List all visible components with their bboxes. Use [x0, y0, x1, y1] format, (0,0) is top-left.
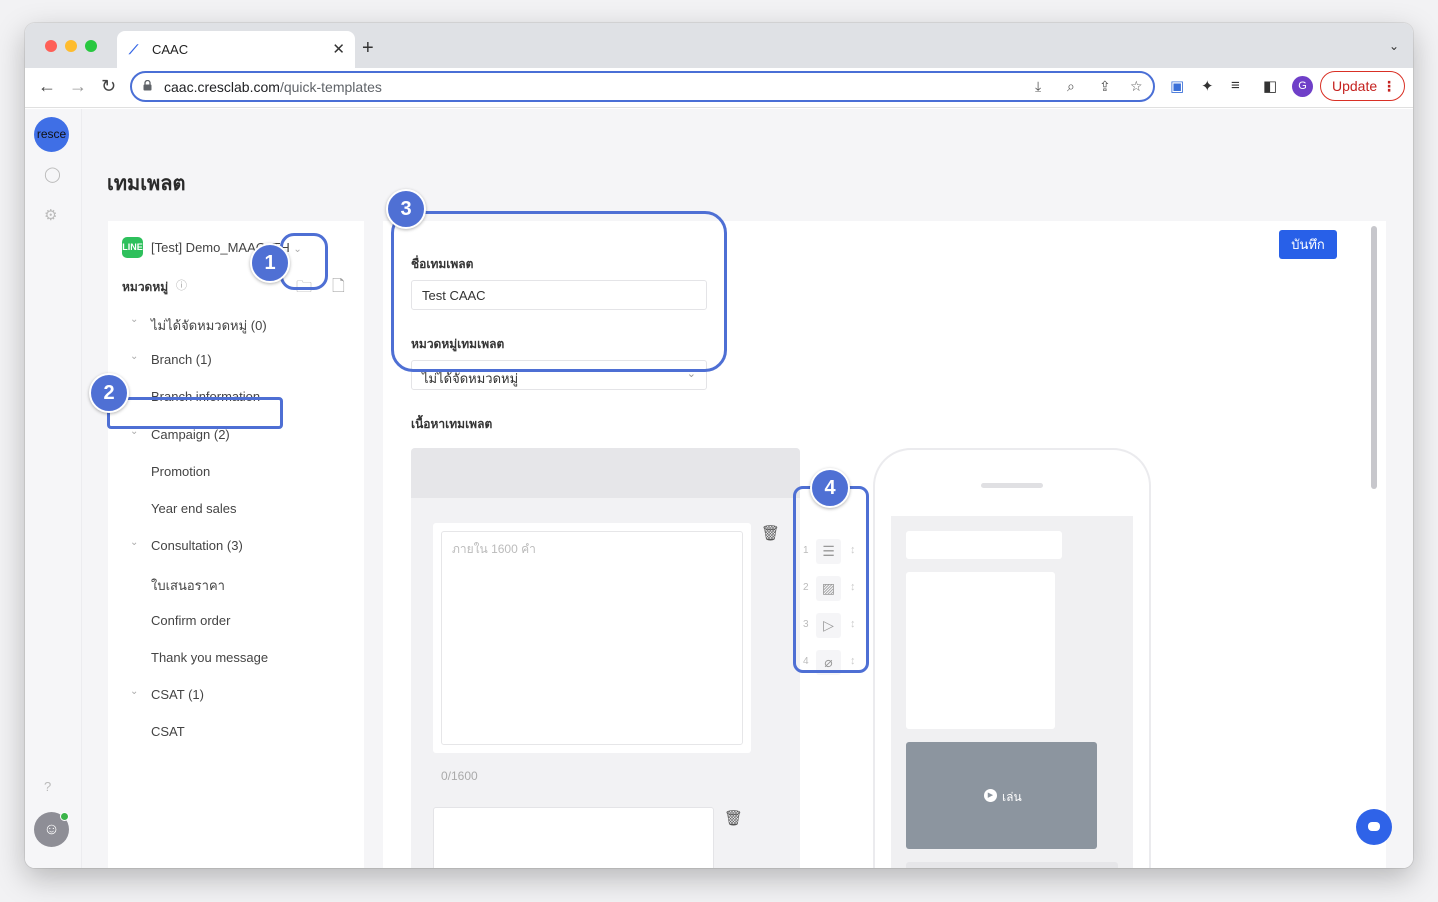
scrollbar[interactable] — [1371, 226, 1377, 489]
editor-header — [411, 448, 800, 498]
tree-item[interactable]: ⌄ CSAT (1) — [108, 684, 364, 706]
tree-item[interactable]: Thank you message — [108, 647, 364, 669]
template-content-label: เนื้อหาเทมเพลต — [411, 417, 493, 431]
info-icon[interactable]: ⓘ — [176, 277, 187, 293]
phone-preview: ▶ เล่น ⌀ — [873, 448, 1151, 868]
close-window-button[interactable] — [45, 40, 57, 52]
chevron-down-icon[interactable]: ⌄ — [1389, 39, 1399, 53]
address-bar[interactable]: caac.cresclab.com/quick-templates ⤓ ⌕ ⇪ … — [130, 71, 1155, 102]
tree-item[interactable]: Year end sales — [108, 498, 364, 520]
callout-badge-1: 1 — [250, 243, 290, 283]
second-message-block[interactable] — [433, 807, 714, 868]
char-count: 0/1600 — [441, 769, 478, 783]
browser-window: ⟋ CAAC ✕ + ⌄ ← → ↻ caac.cresclab.com/qui… — [25, 23, 1413, 868]
save-button[interactable]: บันทึก — [1279, 230, 1337, 259]
add-file-icon[interactable]: 🗋 — [332, 275, 345, 302]
cresclab-favicon-icon: ⟋ — [129, 42, 139, 57]
left-rail: resce ◯ ⚙ ? ☺ — [25, 109, 82, 868]
tree-item[interactable]: ใบเสนอราคา — [108, 572, 364, 594]
tree-item[interactable]: Confirm order — [108, 610, 364, 632]
install-app-icon[interactable]: ⤓ — [1035, 78, 1041, 95]
new-tab-button[interactable]: + — [362, 37, 374, 60]
play-icon[interactable]: ▶ — [984, 789, 997, 802]
tree-item[interactable]: CSAT — [108, 721, 364, 743]
preview-image — [906, 572, 1055, 729]
browser-toolbar: ← → ↻ caac.cresclab.com/quick-templates … — [25, 68, 1413, 108]
update-label: Update — [1332, 78, 1378, 94]
page-title: เทมเพลต — [107, 173, 186, 195]
minimize-window-button[interactable] — [65, 40, 77, 52]
preview-file: ⌀ — [906, 862, 1118, 868]
side-panel-icon[interactable]: ◧ — [1263, 77, 1277, 95]
tree-item[interactable]: ⌄ Branch (1) — [108, 349, 364, 371]
line-logo-icon: LINE — [122, 237, 143, 258]
chat-bubble-icon — [1368, 822, 1380, 831]
browser-tab[interactable]: ⟋ CAAC ✕ — [117, 31, 355, 68]
forward-arrow-icon[interactable]: → — [69, 76, 87, 97]
app-logo[interactable]: resce — [34, 117, 69, 152]
share-icon[interactable]: ⇪ — [1099, 78, 1111, 95]
message-editor: ภายใน 1600 คำ 🗑 0/1600 🗑 — [411, 448, 800, 868]
tab-strip: ⟋ CAAC ✕ + ⌄ — [25, 23, 1413, 68]
callout-box-4 — [793, 486, 869, 673]
update-button[interactable]: Update ⋮ — [1320, 71, 1405, 101]
tab-title: CAAC — [152, 42, 189, 57]
text-message-block: ภายใน 1600 คำ — [433, 523, 751, 753]
profile-avatar[interactable]: G — [1292, 76, 1313, 97]
phone-screen: ▶ เล่น ⌀ — [891, 516, 1133, 868]
extension-icon[interactable]: ▣ — [1170, 77, 1184, 95]
reload-icon[interactable]: ↻ — [101, 76, 116, 97]
category-select-value: ไม่ได้จัดหมวดหมู่ — [422, 371, 519, 386]
trash-icon[interactable]: 🗑 — [761, 524, 780, 542]
tree-item[interactable]: Promotion — [108, 461, 364, 483]
zoom-icon[interactable]: ⌕ — [1067, 78, 1075, 95]
bookmark-star-icon[interactable]: ☆ — [1130, 78, 1143, 95]
callout-badge-4: 4 — [810, 468, 850, 508]
callout-box-3 — [391, 211, 727, 372]
lock-icon — [143, 80, 152, 91]
preview-text-bubble — [906, 531, 1062, 559]
callout-badge-2: 2 — [89, 373, 129, 413]
maximize-window-button[interactable] — [85, 40, 97, 52]
tree-item[interactable]: ⌄ Consultation (3) — [108, 535, 364, 557]
trash-icon[interactable]: 🗑 — [724, 809, 743, 827]
support-chat-button[interactable] — [1356, 809, 1392, 845]
callout-box-2 — [107, 397, 283, 429]
category-label: หมวดหมู่ — [122, 280, 169, 294]
preview-video: ▶ เล่น — [906, 742, 1097, 849]
play-label: เล่น — [1002, 790, 1022, 804]
online-status-dot — [60, 812, 69, 821]
close-tab-icon[interactable]: ✕ — [332, 40, 345, 58]
category-panel: LINE [Test] Demo_MAAC_TH ⌄ หมวดหมู่ ⓘ 🗀 … — [108, 221, 364, 868]
callout-badge-3: 3 — [386, 189, 426, 229]
puzzle-icon[interactable]: ✦ — [1201, 77, 1214, 95]
gear-icon[interactable]: ⚙ — [44, 206, 57, 224]
url-text: caac.cresclab.com/quick-templates — [164, 79, 382, 95]
chat-icon[interactable]: ◯ — [44, 165, 61, 183]
more-vert-icon: ⋮ — [1382, 78, 1396, 94]
back-arrow-icon[interactable]: ← — [38, 76, 56, 97]
help-icon[interactable]: ? — [44, 779, 51, 794]
phone-speaker — [981, 483, 1043, 488]
message-textarea[interactable]: ภายใน 1600 คำ — [441, 531, 743, 745]
tree-item[interactable]: ⌄ ไม่ได้จัดหมวดหมู่ (0) — [108, 312, 364, 334]
media-queue-icon[interactable]: ≡ — [1231, 77, 1240, 94]
